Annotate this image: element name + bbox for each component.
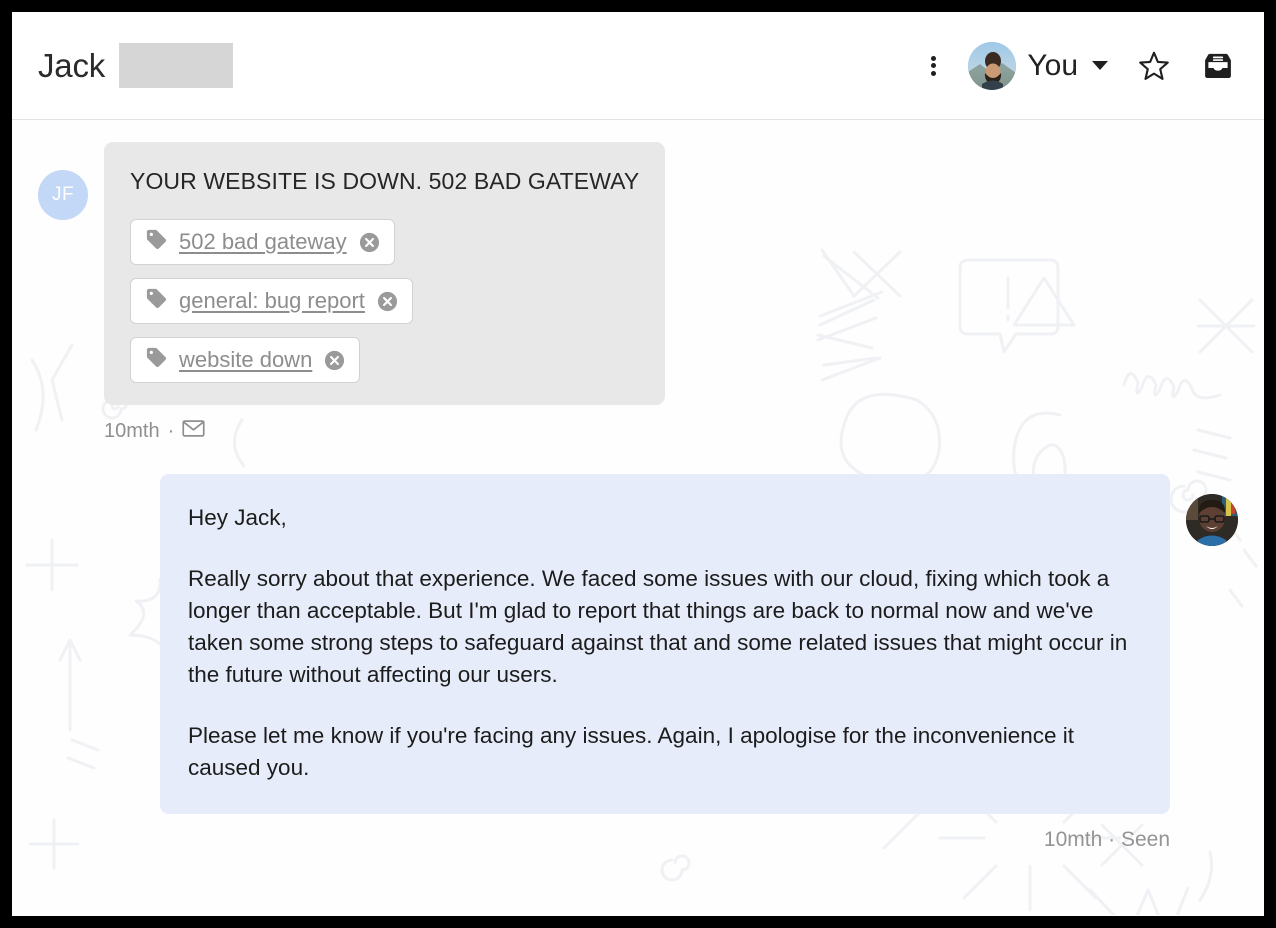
tag-icon bbox=[145, 228, 168, 256]
tag-icon bbox=[145, 287, 168, 315]
contact-name: Jack bbox=[38, 46, 106, 84]
archive-button[interactable] bbox=[1194, 42, 1242, 90]
message-paragraph: Hey Jack, bbox=[188, 505, 287, 530]
message-paragraph: Really sorry about that experience. We f… bbox=[188, 566, 1128, 687]
star-outline-icon bbox=[1139, 51, 1169, 80]
conversation-panel: JF YOUR WEBSITE IS DOWN. 502 BAD GATEWAY bbox=[12, 120, 1264, 915]
chevron-down-icon bbox=[1092, 61, 1108, 70]
outgoing-message-meta: 10mth · Seen bbox=[1043, 828, 1170, 851]
incoming-message-row: JF YOUR WEBSITE IS DOWN. 502 BAD GATEWAY bbox=[38, 142, 1238, 444]
tag-label[interactable]: 502 bad gateway bbox=[179, 229, 347, 255]
message-thread: JF YOUR WEBSITE IS DOWN. 502 BAD GATEWAY bbox=[12, 120, 1264, 915]
close-circle-icon[interactable] bbox=[323, 349, 346, 372]
archive-tray-icon bbox=[1205, 53, 1231, 78]
more-options-button[interactable] bbox=[910, 43, 956, 89]
incoming-message-bubble: YOUR WEBSITE IS DOWN. 502 BAD GATEWAY 50… bbox=[104, 142, 666, 405]
timestamp: 10mth bbox=[104, 420, 160, 442]
header-actions: You bbox=[910, 41, 1242, 90]
outgoing-message-row: Hey Jack, Really sorry about that experi… bbox=[38, 474, 1238, 814]
star-button[interactable] bbox=[1130, 42, 1178, 90]
avatar bbox=[968, 41, 1017, 90]
incoming-message-meta: 10mth · bbox=[104, 419, 665, 444]
more-vertical-icon bbox=[930, 53, 936, 78]
user-menu-button[interactable]: You bbox=[968, 41, 1108, 90]
avatar: JF bbox=[38, 170, 88, 220]
envelope-icon bbox=[182, 419, 205, 444]
outgoing-message-bubble: Hey Jack, Really sorry about that experi… bbox=[160, 474, 1170, 814]
header-left-group: Jack bbox=[38, 43, 910, 88]
user-name-label: You bbox=[1027, 48, 1078, 82]
redacted-contact-detail bbox=[119, 43, 234, 88]
conversation-header: Jack You bbox=[12, 12, 1264, 120]
app-window: Jack You JF YOUR WEBSITE IS DOWN. 502 BA… bbox=[12, 12, 1264, 916]
tag-chip[interactable]: general: bug report bbox=[130, 278, 413, 324]
close-circle-icon[interactable] bbox=[376, 290, 399, 313]
tag-chip[interactable]: 502 bad gateway bbox=[130, 219, 395, 265]
avatar bbox=[1186, 494, 1238, 546]
tag-label[interactable]: general: bug report bbox=[179, 288, 365, 314]
close-circle-icon[interactable] bbox=[358, 231, 381, 254]
tag-icon bbox=[145, 346, 168, 374]
meta-separator: · bbox=[167, 420, 175, 442]
incoming-message-block: YOUR WEBSITE IS DOWN. 502 BAD GATEWAY 50… bbox=[104, 142, 666, 444]
message-subject: YOUR WEBSITE IS DOWN. 502 BAD GATEWAY bbox=[130, 168, 640, 194]
tag-list: 502 bad gateway general: bug report webs… bbox=[130, 219, 639, 383]
tag-chip[interactable]: website down bbox=[130, 337, 361, 383]
tag-label[interactable]: website down bbox=[179, 347, 312, 373]
message-paragraph: Please let me know if you're facing any … bbox=[188, 723, 1075, 780]
